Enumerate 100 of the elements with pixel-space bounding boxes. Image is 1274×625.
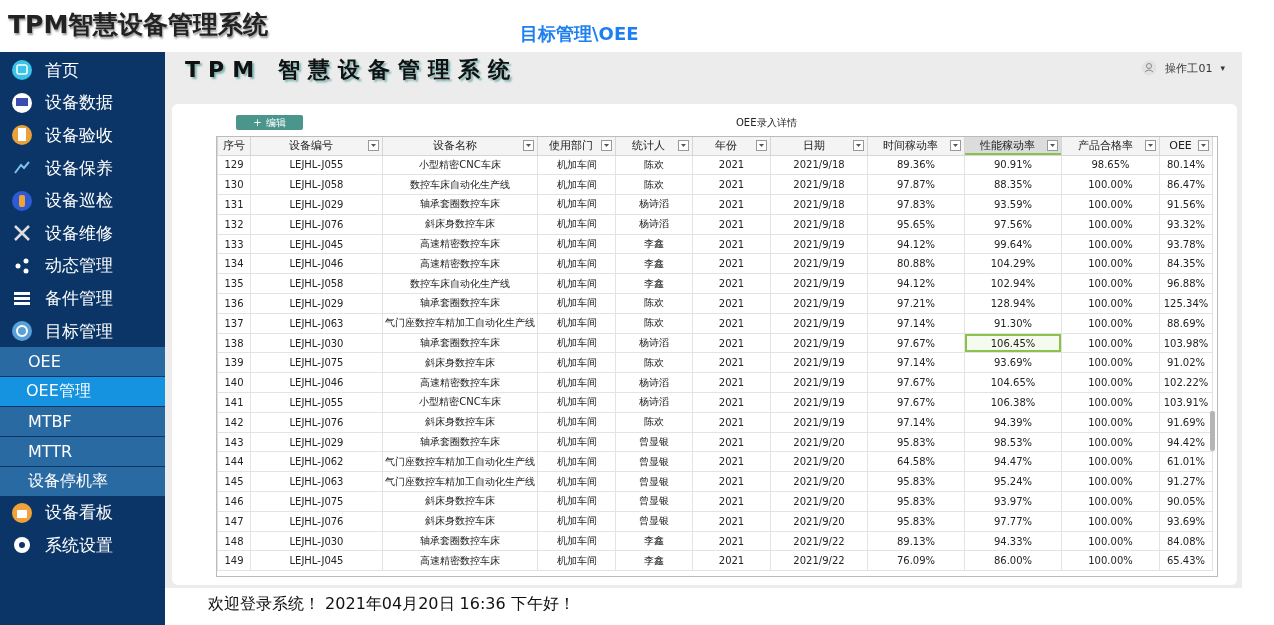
table-cell: LEJHL-J046 <box>250 254 383 274</box>
scrollbar-thumb[interactable] <box>1210 411 1215 451</box>
table-cell: 103.91% <box>1159 392 1213 413</box>
table-cell: 机加车间 <box>537 155 616 175</box>
filter-dropdown-icon[interactable] <box>853 140 864 152</box>
filter-dropdown-icon[interactable] <box>368 140 379 152</box>
filter-dropdown-icon[interactable] <box>756 140 767 152</box>
table-cell: 86.47% <box>1159 174 1213 195</box>
table-cell: 89.36% <box>867 155 965 175</box>
sidebar-item[interactable]: 设备看板 <box>0 496 165 529</box>
sidebar-item[interactable]: 系统设置 <box>0 528 165 562</box>
table-cell: 97.77% <box>964 511 1062 532</box>
table-cell: 轴承套圈数控车床 <box>382 194 538 215</box>
table-cell: 李鑫 <box>615 531 693 551</box>
table-cell: 2021/9/19 <box>770 293 868 314</box>
table-cell: LEJHL-J058 <box>250 174 383 195</box>
user-name[interactable]: 操作工01 <box>1165 60 1213 76</box>
filter-dropdown-icon[interactable] <box>950 140 961 152</box>
table-cell: LEJHL-J063 <box>250 313 383 334</box>
column-header[interactable]: 时间稼动率 <box>867 137 965 155</box>
table-cell: 2021 <box>692 352 771 373</box>
table-cell: 86.00% <box>964 550 1062 571</box>
table-cell: 100.00% <box>1061 234 1160 254</box>
filter-dropdown-icon[interactable] <box>1145 140 1156 152</box>
table-cell: 93.32% <box>1159 214 1213 235</box>
submenu-item[interactable]: OEE <box>0 347 165 377</box>
table-cell: 小型精密CNC车床 <box>382 392 538 413</box>
table-cell: 杨诗滔 <box>615 333 693 353</box>
sidebar-item[interactable]: 首页 <box>0 54 165 87</box>
column-header[interactable]: 统计人 <box>615 137 693 155</box>
sidebar-item[interactable]: 设备数据 <box>0 86 165 120</box>
table-cell: 轴承套圈数控车床 <box>382 333 538 353</box>
table-cell: 2021 <box>692 313 771 334</box>
table-cell: 93.69% <box>1159 511 1213 532</box>
filter-dropdown-icon[interactable] <box>523 140 534 152</box>
filter-dropdown-icon[interactable] <box>601 140 612 152</box>
table-cell: 机加车间 <box>537 471 616 492</box>
table-cell: 93.78% <box>1159 234 1213 254</box>
table-cell: 2021 <box>692 273 771 294</box>
column-header[interactable]: 设备编号 <box>250 137 383 155</box>
table-cell: 80.88% <box>867 254 965 274</box>
table-cell: 100.00% <box>1061 451 1160 472</box>
table-cell: 128.94% <box>964 293 1062 314</box>
column-header[interactable]: 年份 <box>692 137 771 155</box>
table-cell: 2021 <box>692 254 771 274</box>
target-icon <box>11 320 33 343</box>
table-cell: 2021/9/19 <box>770 234 868 254</box>
caret-icon[interactable]: ▾ <box>1220 63 1225 73</box>
table-cell: LEJHL-J055 <box>250 155 383 175</box>
column-header[interactable]: 产品合格率 <box>1061 137 1160 155</box>
table-cell: 80.14% <box>1159 155 1213 175</box>
table-cell: 100.00% <box>1061 392 1160 413</box>
column-header[interactable]: OEE <box>1159 137 1213 155</box>
column-header[interactable]: 序号 <box>217 137 251 155</box>
banner-title: TPM 智慧设备管理系统 <box>185 56 518 84</box>
monitor-icon <box>11 91 33 114</box>
filter-dropdown-icon[interactable] <box>1047 140 1058 152</box>
filter-dropdown-icon[interactable] <box>678 140 689 152</box>
table-cell: 斜床身数控车床 <box>382 491 538 512</box>
column-header[interactable]: 日期 <box>770 137 868 155</box>
sidebar-item[interactable]: 设备保养 <box>0 151 165 185</box>
table-caption: OEE录入详情 <box>736 115 797 130</box>
sidebar-item[interactable]: 动态管理 <box>0 249 165 283</box>
table-cell: 机加车间 <box>537 273 616 294</box>
table-cell: 2021/9/20 <box>770 451 868 472</box>
table-cell: LEJHL-J045 <box>250 234 383 254</box>
table-cell: 2021 <box>692 155 771 175</box>
table-cell: 2021 <box>692 511 771 532</box>
table-cell: 98.65% <box>1061 155 1160 175</box>
table-cell: 91.30% <box>964 313 1062 334</box>
column-header[interactable]: 使用部门 <box>537 137 616 155</box>
sidebar-item[interactable]: 设备维修 <box>0 216 165 250</box>
table-cell: 2021/9/19 <box>770 254 868 274</box>
filter-dropdown-icon[interactable] <box>1198 140 1209 152</box>
table-cell: 曾显银 <box>615 432 693 452</box>
table-cell: 100.00% <box>1061 214 1160 235</box>
table-cell: 100.00% <box>1061 531 1160 551</box>
table-cell: 机加车间 <box>537 254 616 274</box>
sidebar-item[interactable]: 备件管理 <box>0 282 165 315</box>
table-cell: 104.65% <box>964 372 1062 393</box>
table-cell: 95.83% <box>867 511 965 532</box>
sidebar-item[interactable]: 目标管理 <box>0 314 165 348</box>
sidebar-item[interactable]: 设备巡检 <box>0 184 165 217</box>
sidebar-item[interactable]: 设备验收 <box>0 119 165 152</box>
table-cell: LEJHL-J075 <box>250 491 383 512</box>
table-cell: 95.83% <box>867 432 965 452</box>
table-cell: 94.33% <box>964 531 1062 551</box>
column-header[interactable]: 性能稼动率 <box>964 137 1062 155</box>
table-cell: 数控车床自动化生产线 <box>382 273 538 294</box>
submenu-item[interactable]: MTTR <box>0 437 165 467</box>
table-cell: LEJHL-J030 <box>250 531 383 551</box>
submenu-item[interactable]: 设备停机率 <box>0 467 165 497</box>
table-cell: 2021 <box>692 432 771 452</box>
table-cell: 机加车间 <box>537 550 616 571</box>
table-cell: 机加车间 <box>537 451 616 472</box>
table-cell: 100.00% <box>1061 174 1160 195</box>
table-cell: 2021/9/18 <box>770 174 868 195</box>
table-cell: 2021/9/22 <box>770 531 868 551</box>
column-header[interactable]: 设备名称 <box>382 137 538 155</box>
submenu-item[interactable]: MTBF <box>0 407 165 437</box>
